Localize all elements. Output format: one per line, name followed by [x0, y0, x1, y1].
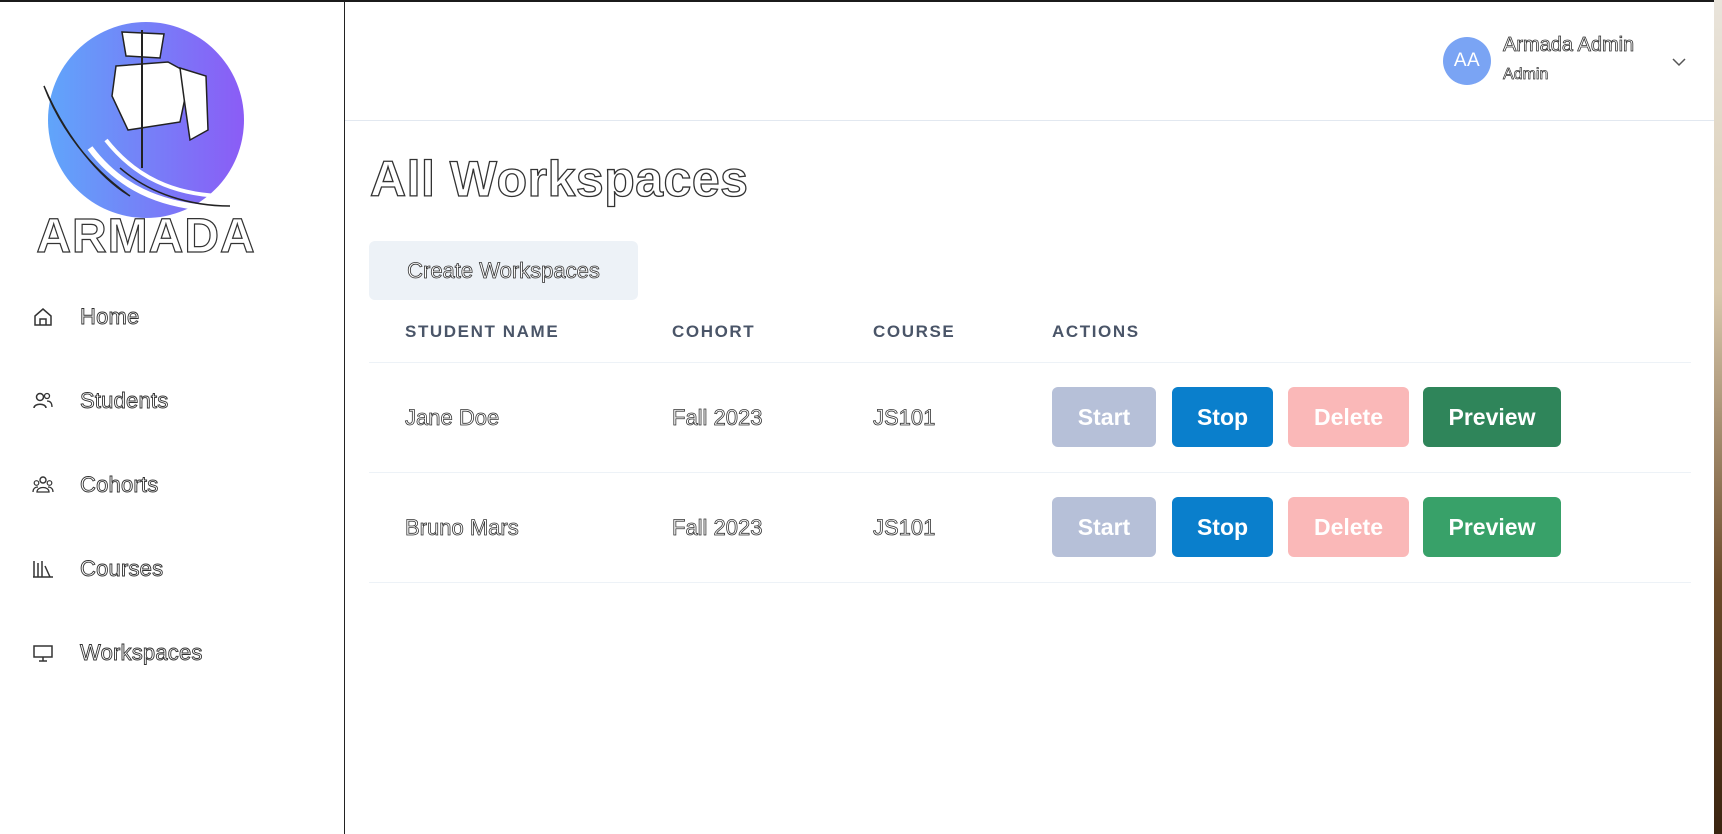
group-icon [32, 474, 54, 496]
sidebar-item-students[interactable]: Students [32, 386, 203, 416]
table-row: Jane Doe Fall 2023 JS101 Start Stop Dele… [369, 363, 1691, 473]
table-row: Bruno Mars Fall 2023 JS101 Start Stop De… [369, 473, 1691, 583]
delete-button[interactable]: Delete [1288, 387, 1409, 447]
brand-text: ARMADA [36, 210, 255, 258]
user-role: Admin [1503, 66, 1549, 84]
cohort-cell: Fall 2023 [672, 515, 763, 541]
window-edge [1714, 0, 1722, 834]
student-name-cell: Jane Doe [405, 405, 500, 431]
sidebar-item-label: Home [80, 304, 140, 330]
course-cell: JS101 [873, 515, 936, 541]
monitor-icon [32, 642, 54, 664]
preview-button[interactable]: Preview [1423, 387, 1561, 447]
start-button[interactable]: Start [1052, 497, 1156, 557]
home-icon [32, 306, 54, 328]
sidebar-item-home[interactable]: Home [32, 302, 203, 332]
ship-logo-icon: ARMADA [36, 22, 255, 258]
workspaces-table: STUDENT NAME COHORT COURSE ACTIONS Jane … [369, 308, 1691, 583]
sidebar-item-courses[interactable]: Courses [32, 554, 203, 584]
sidebar-item-workspaces[interactable]: Workspaces [32, 638, 203, 668]
users-icon [32, 390, 54, 412]
cohort-cell: Fall 2023 [672, 405, 763, 431]
course-cell: JS101 [873, 405, 936, 431]
stop-button[interactable]: Stop [1172, 497, 1273, 557]
avatar[interactable]: AA [1443, 37, 1491, 85]
delete-button[interactable]: Delete [1288, 497, 1409, 557]
column-header-course: COURSE [873, 322, 956, 341]
top-bar: AA Armada Admin Admin [345, 2, 1714, 121]
column-header-actions: ACTIONS [1052, 322, 1140, 341]
armada-logo[interactable]: ARMADA [30, 18, 262, 258]
chevron-down-icon[interactable] [1671, 55, 1687, 67]
sidebar-item-label: Students [80, 388, 169, 414]
create-workspaces-button[interactable]: Create Workspaces [369, 241, 638, 300]
sidebar-nav: Home Students Cohorts Courses Workspaces [32, 302, 203, 722]
user-name[interactable]: Armada Admin [1503, 34, 1635, 57]
column-header-cohort: COHORT [672, 322, 756, 341]
student-name-cell: Bruno Mars [405, 515, 520, 541]
sidebar-item-label: Workspaces [80, 640, 203, 666]
books-icon [32, 558, 54, 580]
table-header: STUDENT NAME COHORT COURSE ACTIONS [369, 308, 1691, 363]
sidebar-item-label: Cohorts [80, 472, 159, 498]
start-button[interactable]: Start [1052, 387, 1156, 447]
stop-button[interactable]: Stop [1172, 387, 1273, 447]
preview-button[interactable]: Preview [1423, 497, 1561, 557]
sidebar-item-label: Courses [80, 556, 164, 582]
page-title: All Workspaces [369, 150, 749, 207]
sidebar-item-cohorts[interactable]: Cohorts [32, 470, 203, 500]
sidebar: ARMADA Home Students Cohorts Courses Wor… [0, 2, 345, 834]
column-header-student-name: STUDENT NAME [405, 322, 560, 341]
